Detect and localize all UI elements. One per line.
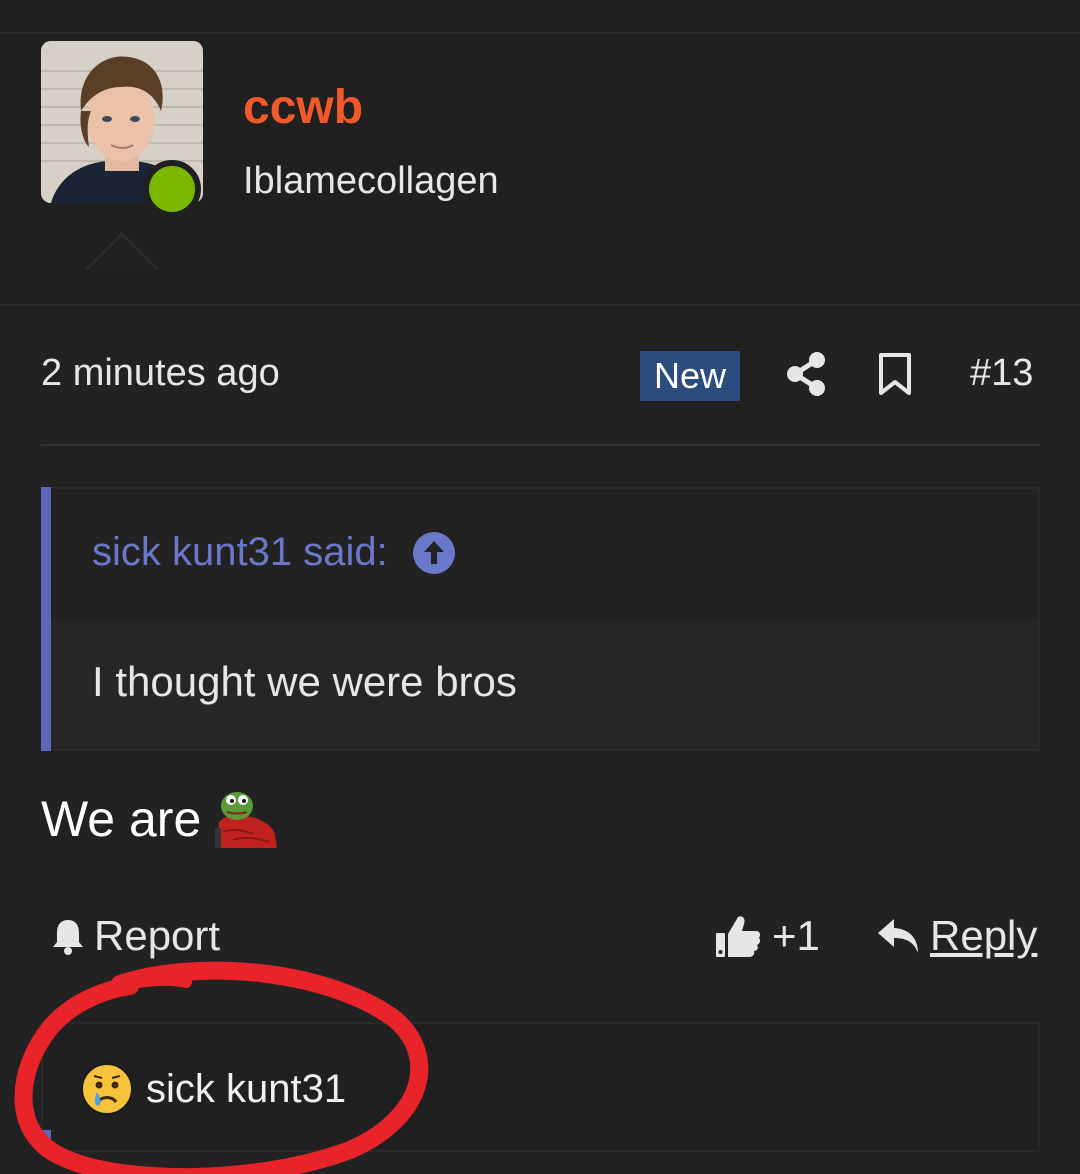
post-timestamp[interactable]: 2 minutes ago [41, 352, 280, 395]
quote-author-line[interactable]: sick kunt31 said: [92, 530, 388, 575]
post-message: We are [41, 788, 279, 850]
username[interactable]: ccwb [243, 80, 363, 135]
post-divider [41, 444, 1040, 446]
reply-button[interactable]: Reply [876, 912, 1037, 960]
like-button[interactable]: +1 [714, 912, 820, 960]
header-pointer-inner [86, 236, 158, 272]
online-status-indicator [143, 160, 201, 218]
thumbs-up-icon [714, 913, 762, 959]
reaction-user[interactable]: sick kunt31 [146, 1067, 346, 1112]
quote-accent-bar [41, 487, 51, 751]
top-bar [0, 0, 1080, 34]
bell-icon [50, 916, 86, 956]
post-message-text: We are [41, 791, 202, 847]
report-label: Report [94, 912, 221, 959]
like-count: +1 [772, 912, 820, 959]
share-icon[interactable] [784, 350, 828, 398]
report-button[interactable]: Report [50, 912, 220, 960]
quote-text: I thought we were bros [92, 658, 517, 705]
quote-header[interactable]: sick kunt31 said: [92, 530, 456, 575]
reaction-list[interactable]: sick kunt31 [80, 1062, 346, 1116]
new-badge: New [640, 351, 740, 401]
arrow-up-circle-icon[interactable] [412, 531, 456, 575]
reactions-accent-bar [41, 1130, 51, 1152]
pepe-blanket-emoji-icon [213, 788, 279, 850]
user-title: Iblamecollagen [243, 160, 499, 202]
reply-label: Reply [930, 912, 1038, 959]
post-number-link[interactable]: #13 [970, 352, 1033, 395]
reply-arrow-icon [876, 917, 920, 955]
bookmark-icon[interactable] [876, 352, 914, 396]
sad-crying-emoji-icon [80, 1062, 134, 1116]
